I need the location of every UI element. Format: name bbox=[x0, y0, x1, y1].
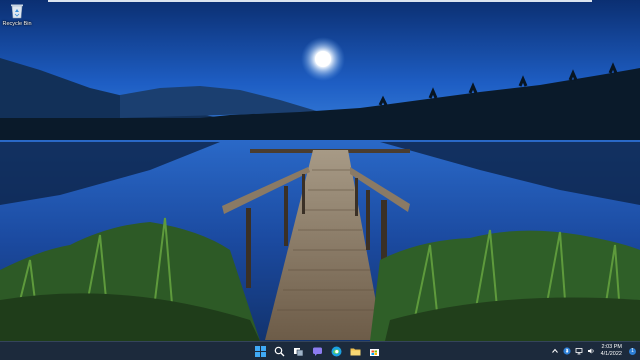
network-icon bbox=[575, 348, 582, 355]
taskbar-clock[interactable]: 2:03 PM 4/1/2022 bbox=[601, 344, 622, 358]
windows-start-icon bbox=[254, 346, 266, 357]
volume-tray-button[interactable] bbox=[587, 347, 595, 355]
task-view-button[interactable] bbox=[291, 345, 305, 359]
store-icon bbox=[369, 349, 379, 356]
volume-icon bbox=[587, 348, 594, 354]
file-explorer-icon bbox=[350, 348, 360, 356]
store-button[interactable] bbox=[367, 345, 381, 359]
desktop-wallpaper bbox=[0, 0, 640, 341]
bluetooth-tray-button[interactable] bbox=[562, 347, 571, 355]
edge-browser-icon bbox=[331, 346, 341, 357]
chevron-up-icon bbox=[551, 348, 558, 353]
recycle-bin-label: Recycle Bin bbox=[2, 21, 32, 27]
clock-date: 4/1/2022 bbox=[600, 351, 622, 357]
chat-button[interactable] bbox=[310, 345, 324, 359]
search-icon bbox=[274, 346, 284, 357]
start-button[interactable] bbox=[253, 345, 267, 359]
network-tray-button[interactable] bbox=[575, 347, 583, 355]
notification-badge[interactable]: 1 bbox=[629, 347, 636, 355]
file-explorer-button[interactable] bbox=[348, 345, 362, 359]
taskbar: 2:03 PM 4/1/2022 1 bbox=[0, 341, 640, 360]
search-button[interactable] bbox=[272, 345, 286, 359]
recycle-bin-icon bbox=[11, 4, 23, 19]
taskbar-pinned-apps bbox=[253, 344, 381, 359]
edge-button[interactable] bbox=[329, 345, 343, 359]
show-hidden-icons-button[interactable] bbox=[551, 347, 559, 355]
desktop-icon-recycle-bin[interactable]: Recycle Bin bbox=[2, 2, 32, 32]
clock-time: 2:03 PM bbox=[601, 344, 622, 350]
chat-icon bbox=[312, 347, 322, 356]
bluetooth-icon bbox=[562, 347, 571, 355]
task-view-icon bbox=[293, 348, 303, 357]
system-tray: 2:03 PM 4/1/2022 1 bbox=[551, 343, 636, 359]
window-edge-strip bbox=[48, 0, 592, 2]
